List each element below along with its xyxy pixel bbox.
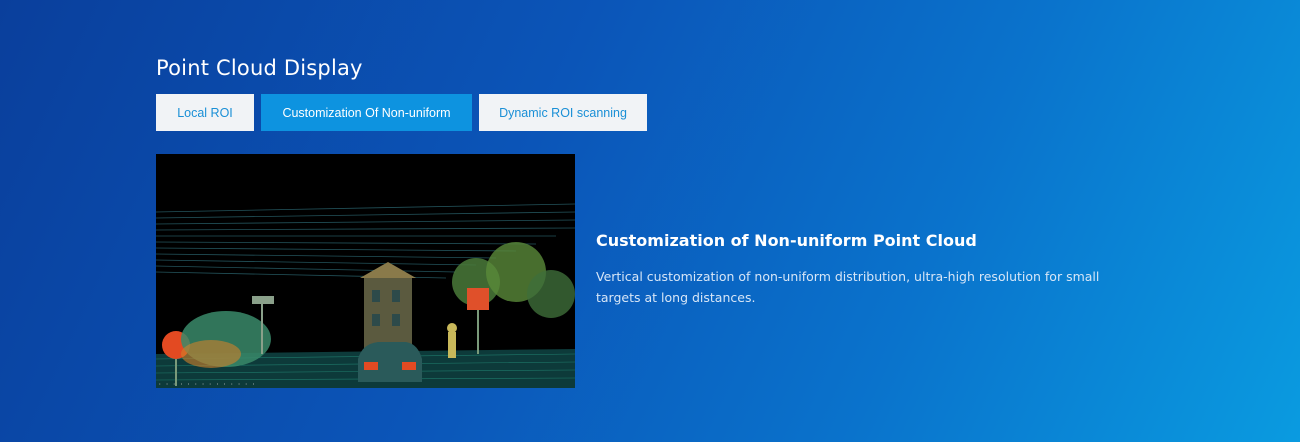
tab-local-roi[interactable]: Local ROI [156, 94, 254, 131]
point-cloud-image: · · · · · · · · · · · · · · [156, 154, 575, 388]
section-title: Point Cloud Display [156, 56, 363, 80]
detail-description: Vertical customization of non-uniform di… [596, 269, 1100, 305]
tab-customization-non-uniform[interactable]: Customization Of Non-uniform [261, 94, 472, 131]
svg-text:· · · · · · · · · · · · · ·: · · · · · · · · · · · · · · [158, 381, 255, 388]
detail-title: Customization of Non-uniform Point Cloud [596, 231, 977, 250]
tab-dynamic-roi-scanning[interactable]: Dynamic ROI scanning [479, 94, 647, 131]
